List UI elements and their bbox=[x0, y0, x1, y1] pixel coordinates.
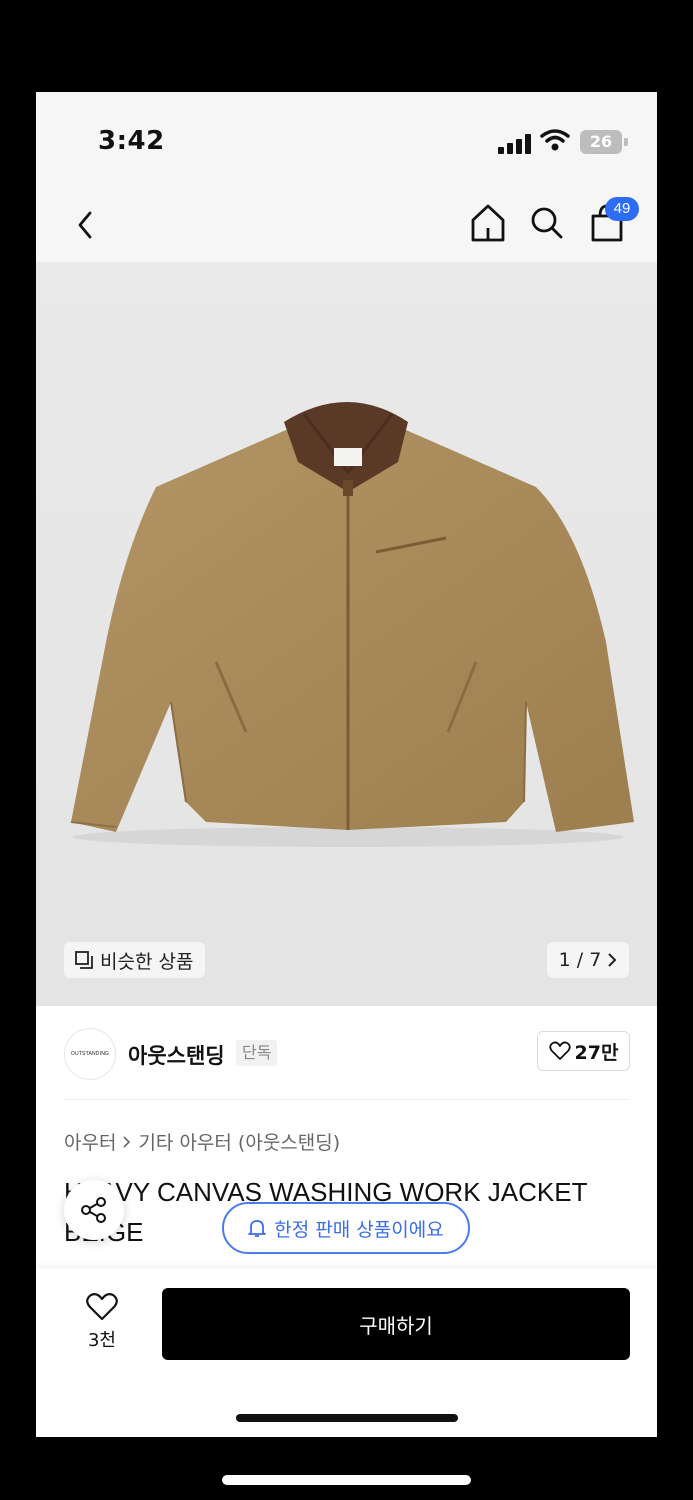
breadcrumb: 아우터 기타 아우터 (아웃스탠딩) bbox=[64, 1128, 340, 1155]
share-icon bbox=[81, 1197, 106, 1223]
chevron-right-icon bbox=[123, 1135, 131, 1148]
home-indicator bbox=[236, 1414, 458, 1422]
brand-name[interactable]: 아웃스탠딩 bbox=[128, 1040, 225, 1070]
battery-icon: 26 bbox=[580, 130, 622, 154]
buy-button[interactable]: 구매하기 bbox=[162, 1288, 630, 1360]
breadcrumb-level1[interactable]: 아우터 bbox=[64, 1128, 116, 1155]
exclusive-tag: 단독 bbox=[236, 1040, 278, 1066]
product-like-button[interactable]: 3천 bbox=[76, 1292, 128, 1362]
image-counter[interactable]: 1 / 7 bbox=[547, 942, 629, 978]
limited-sale-label: 한정 판매 상품이에요 bbox=[274, 1218, 444, 1241]
image-counter-text: 1 / 7 bbox=[558, 949, 602, 971]
back-icon[interactable] bbox=[66, 200, 106, 250]
brand-like-button[interactable]: 27만 bbox=[537, 1031, 630, 1071]
cellular-signal-icon bbox=[498, 134, 532, 154]
bell-icon bbox=[248, 1220, 267, 1237]
home-icon[interactable] bbox=[468, 200, 508, 244]
outer-home-indicator bbox=[222, 1475, 471, 1485]
breadcrumb-level2[interactable]: 기타 아우터 (아웃스탠딩) bbox=[138, 1128, 340, 1155]
cart-count-badge: 49 bbox=[605, 197, 639, 221]
product-image[interactable]: 비슷한 상품 1 / 7 bbox=[36, 262, 657, 1006]
status-time: 3:42 bbox=[98, 126, 165, 156]
brand-row[interactable]: OUTSTANDING 아웃스탠딩 단독 27만 bbox=[36, 1006, 657, 1100]
search-icon[interactable] bbox=[526, 200, 566, 244]
status-bar: 3:42 26 bbox=[36, 92, 657, 192]
divider bbox=[64, 1099, 629, 1100]
brand-logo[interactable]: OUTSTANDING bbox=[64, 1028, 116, 1080]
battery-tip bbox=[624, 138, 628, 146]
limited-sale-notice[interactable]: 한정 판매 상품이에요 bbox=[222, 1202, 470, 1254]
similar-label: 비슷한 상품 bbox=[100, 950, 194, 973]
similar-products-button[interactable]: 비슷한 상품 bbox=[64, 942, 206, 978]
share-button[interactable] bbox=[64, 1180, 124, 1240]
app-screen: 3:42 26 49 비슷한 상품 1 / 7 OUTSTANDING 아웃스탠… bbox=[36, 92, 657, 1437]
wifi-icon bbox=[540, 129, 570, 151]
similar-icon bbox=[75, 951, 93, 969]
chevron-right-icon bbox=[608, 953, 617, 967]
top-nav: 49 bbox=[36, 192, 657, 262]
heart-icon bbox=[86, 1293, 118, 1321]
brand-like-count: 27만 bbox=[574, 1041, 619, 1064]
heart-icon bbox=[548, 1041, 571, 1060]
product-like-count: 3천 bbox=[87, 1330, 116, 1351]
bottom-action-bar: 3천 구매하기 bbox=[36, 1268, 657, 1437]
jacket-image bbox=[70, 402, 634, 847]
